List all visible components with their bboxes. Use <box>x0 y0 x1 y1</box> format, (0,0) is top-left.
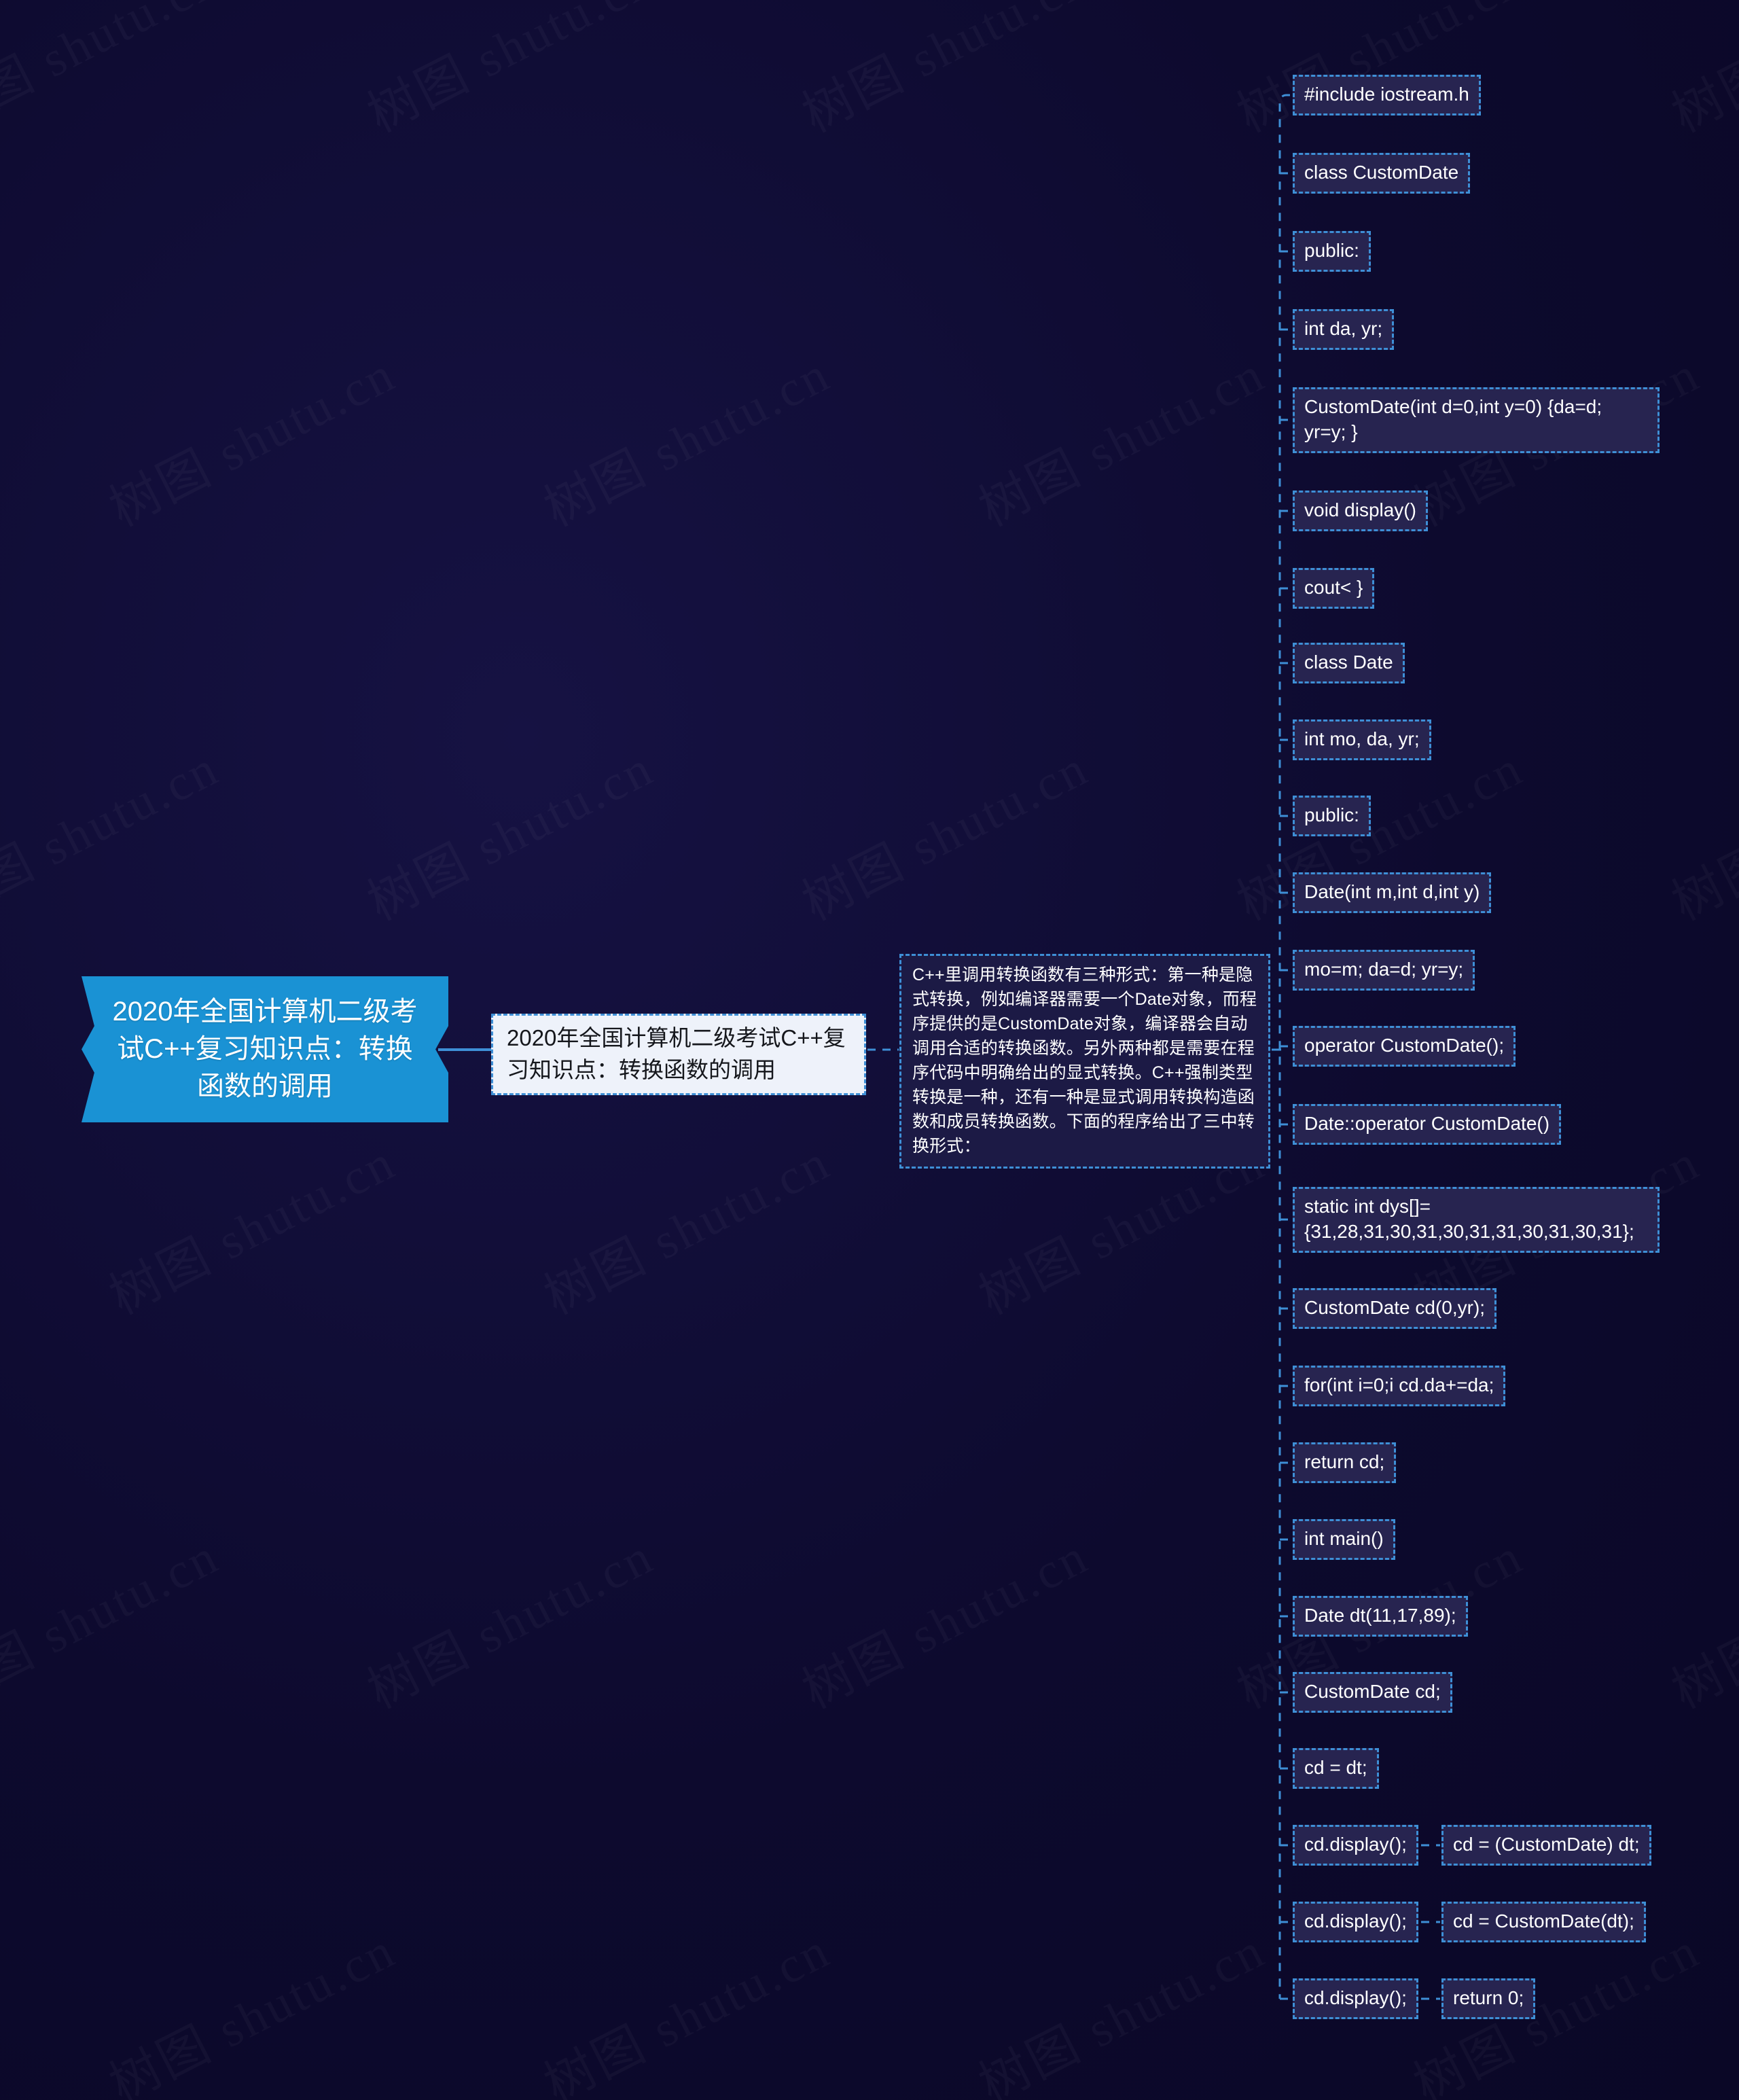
code-node[interactable]: cd.display(); <box>1293 1978 1418 2019</box>
code-node-label: int da, yr; <box>1304 318 1383 339</box>
code-subnode-label: return 0; <box>1453 1987 1524 2008</box>
code-node-label: #include iostream.h <box>1304 84 1469 105</box>
level1-node-label: 2020年全国计算机二级考试C++复习知识点：转换函数的调用 <box>507 1025 846 1082</box>
code-node[interactable]: CustomDate cd(0,yr); <box>1293 1288 1497 1329</box>
root-node[interactable]: 2020年全国计算机二级考试C++复习知识点：转换函数的调用 <box>82 976 448 1122</box>
code-subnode[interactable]: return 0; <box>1441 1978 1536 2019</box>
code-node[interactable]: int mo, da, yr; <box>1293 719 1431 760</box>
code-node-label: Date(int m,int d,int y) <box>1304 881 1480 902</box>
code-subnode[interactable]: cd = CustomDate(dt); <box>1441 1902 1646 1942</box>
code-node-label: cd = dt; <box>1304 1757 1367 1778</box>
code-node-label: Date dt(11,17,89); <box>1304 1605 1456 1626</box>
code-node-label: Date::operator CustomDate() <box>1304 1113 1550 1134</box>
code-node-label: class Date <box>1304 652 1393 673</box>
code-node-label: cd.display(); <box>1304 1910 1407 1932</box>
level1-node[interactable]: 2020年全国计算机二级考试C++复习知识点：转换函数的调用 <box>491 1014 866 1095</box>
code-node-label: static int dys[]={31,28,31,30,31,30,31,3… <box>1304 1195 1634 1243</box>
code-node-label: int mo, da, yr; <box>1304 728 1420 749</box>
code-node[interactable]: operator CustomDate(); <box>1293 1026 1516 1067</box>
code-node-label: public: <box>1304 240 1359 261</box>
code-node[interactable]: cout< } <box>1293 568 1375 609</box>
description-text: C++里调用转换函数有三种形式：第一种是隐式转换，例如编译器需要一个Date对象… <box>912 965 1257 1156</box>
code-subnode[interactable]: cd = (CustomDate) dt; <box>1441 1825 1651 1866</box>
code-node-label: CustomDate(int d=0,int y=0) {da=d; yr=y;… <box>1304 395 1602 443</box>
code-node-label: int main() <box>1304 1528 1384 1549</box>
root-node-label: 2020年全国计算机二级考试C++复习知识点：转换函数的调用 <box>112 996 418 1102</box>
code-node[interactable]: class CustomDate <box>1293 153 1471 194</box>
code-node-label: class CustomDate <box>1304 162 1459 183</box>
code-node[interactable]: Date dt(11,17,89); <box>1293 1596 1468 1637</box>
code-node[interactable]: cd.display(); <box>1293 1902 1418 1942</box>
code-node[interactable]: CustomDate(int d=0,int y=0) {da=d; yr=y;… <box>1293 387 1660 453</box>
code-node-label: cd.display(); <box>1304 1834 1407 1855</box>
code-node[interactable]: public: <box>1293 796 1371 836</box>
code-node-label: CustomDate cd(0,yr); <box>1304 1297 1486 1318</box>
code-subnode-label: cd = CustomDate(dt); <box>1453 1910 1634 1932</box>
code-node-label: cout< } <box>1304 577 1363 598</box>
code-node[interactable]: cd.display(); <box>1293 1825 1418 1866</box>
code-node[interactable]: int da, yr; <box>1293 309 1395 350</box>
code-node[interactable]: Date(int m,int d,int y) <box>1293 872 1492 913</box>
code-node[interactable]: class Date <box>1293 643 1405 683</box>
code-node[interactable]: Date::operator CustomDate() <box>1293 1104 1562 1145</box>
code-node-label: mo=m; da=d; yr=y; <box>1304 959 1464 980</box>
code-node-label: cd.display(); <box>1304 1987 1407 2008</box>
code-node[interactable]: public: <box>1293 231 1371 272</box>
code-node[interactable]: return cd; <box>1293 1442 1397 1483</box>
code-node-label: CustomDate cd; <box>1304 1681 1441 1702</box>
code-node[interactable]: void display() <box>1293 491 1428 531</box>
code-node-label: operator CustomDate(); <box>1304 1035 1505 1056</box>
code-node-label: for(int i=0;i cd.da+=da; <box>1304 1374 1494 1395</box>
description-node[interactable]: C++里调用转换函数有三种形式：第一种是隐式转换，例如编译器需要一个Date对象… <box>899 954 1270 1169</box>
code-node[interactable]: cd = dt; <box>1293 1748 1379 1789</box>
mindmap-canvas: 2020年全国计算机二级考试C++复习知识点：转换函数的调用 2020年全国计算… <box>0 0 1739 2100</box>
code-node-label: public: <box>1304 804 1359 825</box>
code-node-label: return cd; <box>1304 1451 1385 1472</box>
code-node[interactable]: static int dys[]={31,28,31,30,31,30,31,3… <box>1293 1186 1660 1253</box>
code-node[interactable]: int main() <box>1293 1519 1395 1560</box>
code-node[interactable]: mo=m; da=d; yr=y; <box>1293 950 1475 991</box>
code-node[interactable]: for(int i=0;i cd.da+=da; <box>1293 1366 1506 1406</box>
code-subnode-label: cd = (CustomDate) dt; <box>1453 1834 1640 1855</box>
code-node[interactable]: CustomDate cd; <box>1293 1672 1452 1713</box>
code-node[interactable]: #include iostream.h <box>1293 75 1481 115</box>
code-node-label: void display() <box>1304 499 1416 520</box>
